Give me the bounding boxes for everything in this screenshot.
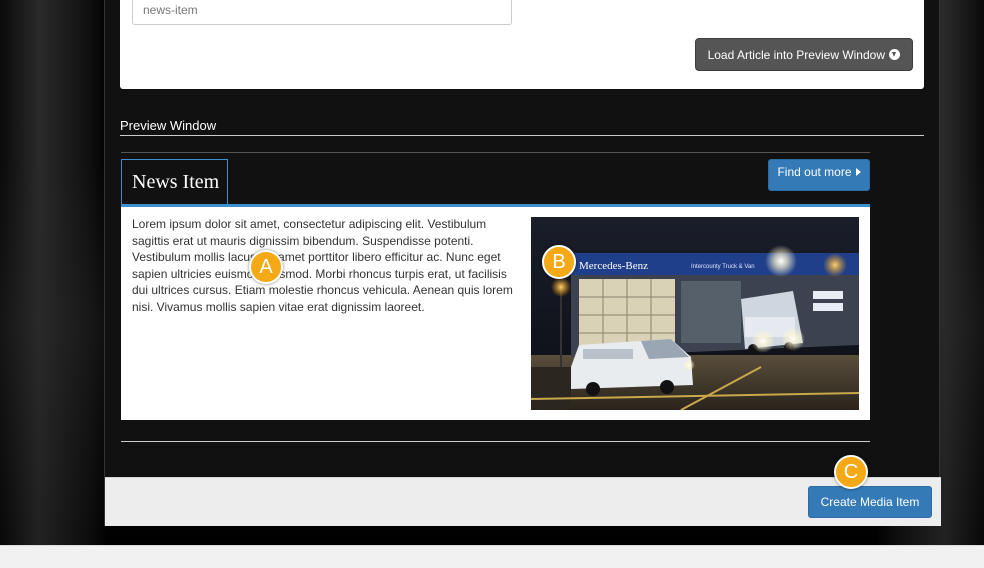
photo-sign-text: Mercedes-Benz <box>579 260 648 272</box>
article-editor-panel: news-item Load Article into Preview Wind… <box>120 0 924 89</box>
preview-divider <box>120 135 924 136</box>
create-media-item-button[interactable]: Create Media Item <box>808 486 932 518</box>
page-bottom-strip <box>0 545 984 568</box>
preview-window-label: Preview Window <box>120 118 217 133</box>
depot-photo: Mercedes-Benz Intercounty Truck & Van <box>531 217 859 410</box>
callout-a: A <box>249 250 283 284</box>
modal-footer: Create Media Item <box>105 477 941 526</box>
find-out-more-label: Find out more <box>777 165 852 179</box>
tab-news-item[interactable]: News Item <box>121 159 228 205</box>
preview-bottom-rule <box>121 441 870 442</box>
download-circle-icon <box>889 49 900 60</box>
load-article-button[interactable]: Load Article into Preview Window <box>694 38 913 71</box>
callout-b: B <box>542 245 576 279</box>
callout-c: C <box>834 455 868 489</box>
media-item-modal: news-item Load Article into Preview Wind… <box>104 0 941 526</box>
find-out-more-button[interactable]: Find out more <box>768 159 870 191</box>
news-item-body-text: Lorem ipsum dolor sit amet, consectetur … <box>132 217 513 314</box>
article-key-input[interactable]: news-item <box>132 0 512 25</box>
caret-right-icon <box>855 168 861 176</box>
preview-top-rule <box>121 152 870 153</box>
news-item-image: Mercedes-Benz Intercounty Truck & Van <box>531 217 859 410</box>
load-article-button-label: Load Article into Preview Window <box>707 47 885 62</box>
news-item-content: Lorem ipsum dolor sit amet, consectetur … <box>121 207 870 420</box>
photo-sign-text-secondary: Intercounty Truck & Van <box>691 264 755 270</box>
